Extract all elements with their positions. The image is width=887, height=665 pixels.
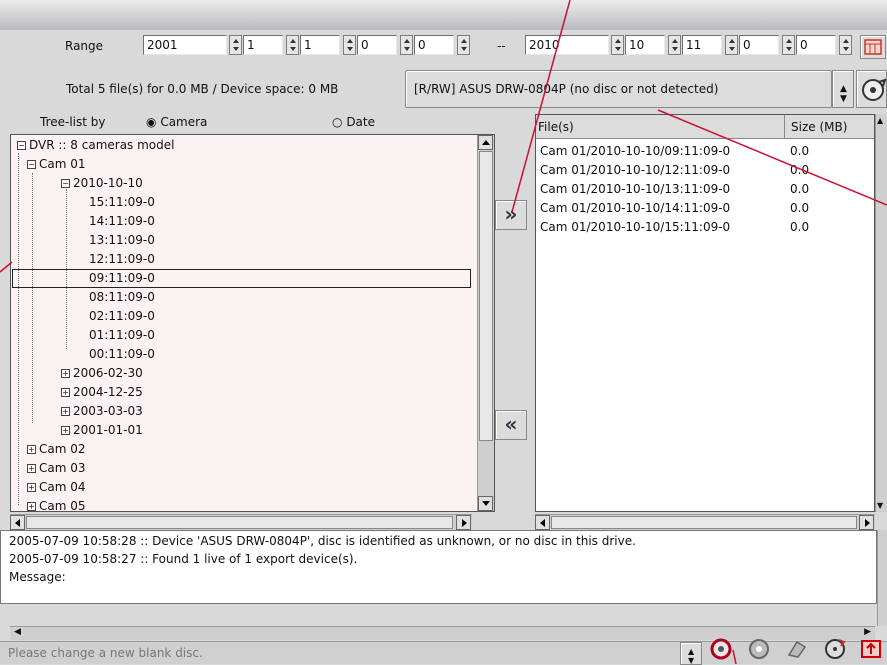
annotation-line xyxy=(0,261,13,273)
annotation-overlay xyxy=(0,0,887,664)
annotation-line xyxy=(657,109,887,206)
annotation-line xyxy=(732,649,737,664)
annotation-line xyxy=(511,0,571,213)
